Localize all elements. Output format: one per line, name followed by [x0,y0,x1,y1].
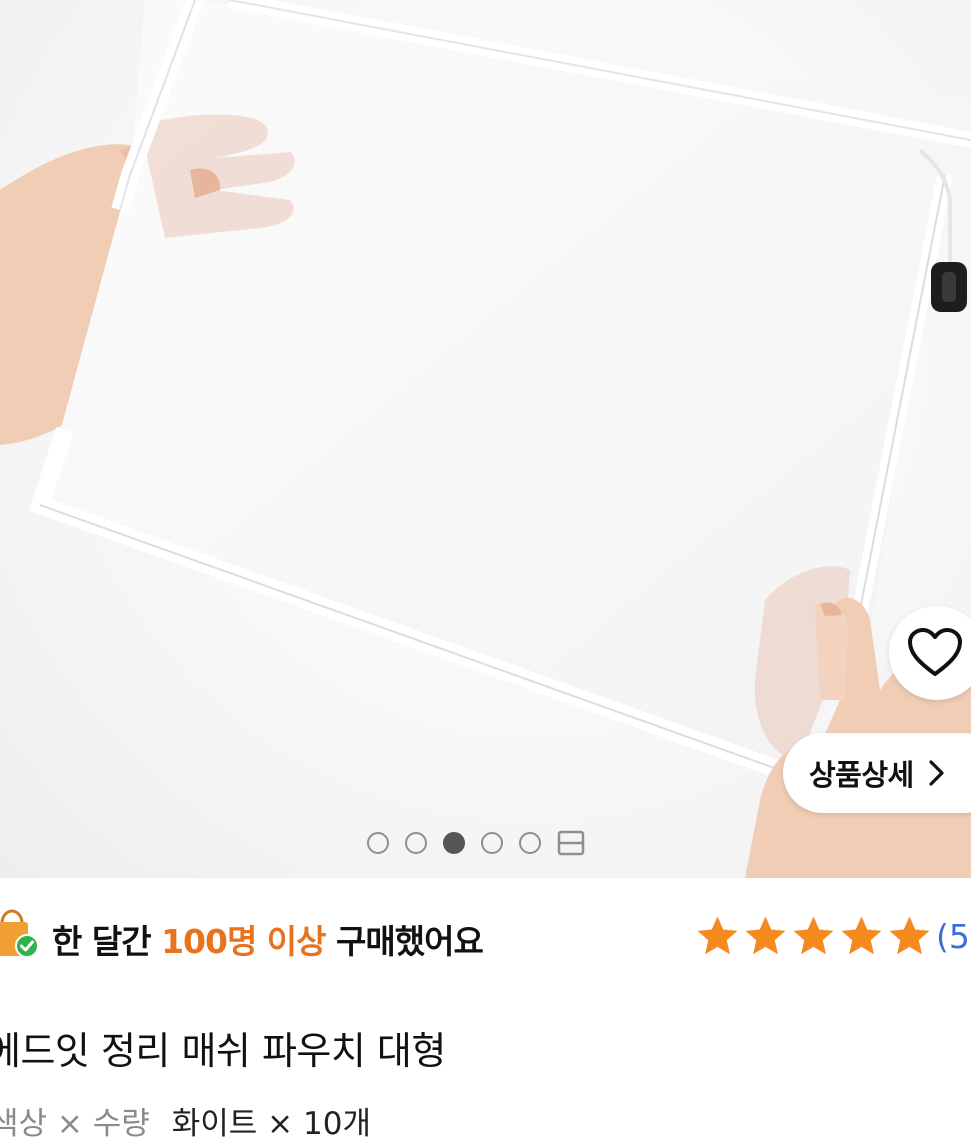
carousel-pagination [367,828,585,858]
purchase-summary-row: 한 달간 100명 이상 구매했어요 (5 [0,905,971,969]
selected-option[interactable]: 색상 × 수량 화이트 × 10개 [0,1098,371,1143]
shopping-bag-check-icon [0,909,39,958]
product-detail-button[interactable]: 상품상세 [783,733,971,813]
star-icon [745,916,786,955]
page-dot[interactable] [405,832,427,854]
purchase-prefix: 한 달간 [52,922,162,961]
option-value: 화이트 × 10개 [171,1106,371,1142]
review-count[interactable]: (5 [936,917,970,956]
gallery-grid-icon[interactable] [557,830,585,856]
rating-stars[interactable] [694,913,933,959]
page-dot[interactable] [367,832,389,854]
purchase-highlight: 100명 이상 [161,922,326,961]
page-dot[interactable] [481,832,503,854]
page-dot[interactable] [519,832,541,854]
product-image-carousel[interactable]: 상품상세 [0,0,971,878]
product-title: 에드잇 정리 매쉬 파우치 대형 [0,1029,446,1073]
star-icon [697,916,738,955]
heart-icon [908,628,962,676]
page-dot-active[interactable] [443,832,465,854]
star-icon [793,916,834,955]
star-icon [889,916,930,955]
purchase-count-text: 한 달간 100명 이상 구매했어요 [52,915,484,963]
chevron-right-icon [929,760,944,786]
purchase-suffix: 구매했어요 [325,922,484,961]
product-detail-label: 상품상세 [809,758,914,792]
star-icon [841,916,882,955]
option-label: 색상 × 수량 [0,1106,150,1142]
